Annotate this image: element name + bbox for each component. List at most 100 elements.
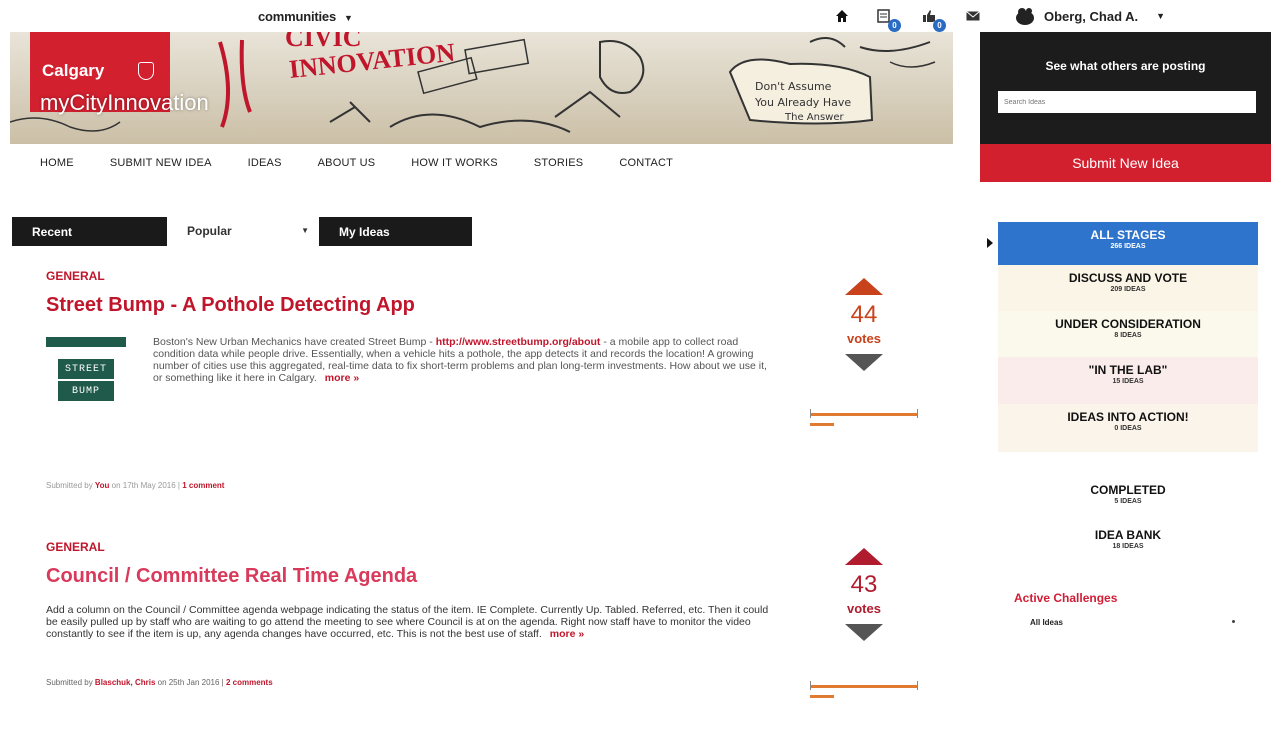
vote-down-button[interactable] [845,624,883,641]
vote-count: 43 [850,571,878,598]
crest-icon [138,62,154,80]
stage-name: ALL STAGES [1090,228,1166,242]
comments-link[interactable]: 1 comment [182,481,224,490]
votes-label: votes [847,601,881,616]
nav-contact[interactable]: CONTACT [619,157,673,169]
active-challenges-heading: Active Challenges [1014,591,1118,605]
idea-title[interactable]: Street Bump - A Pothole Detecting App [46,294,415,317]
stage-count: 18 IDEAS [1112,543,1144,550]
stage-count: 209 IDEAS [1110,286,1146,293]
notes-icon[interactable]: 0 [873,6,901,32]
stage-name: COMPLETED [1090,483,1166,497]
communities-label: communities [258,9,336,24]
stage-name: DISCUSS AND VOTE [1068,271,1188,285]
stage-discuss-and-vote[interactable]: DISCUSS AND VOTE 209 IDEAS [998,265,1258,311]
stage-ideas-into-action[interactable]: IDEAS INTO ACTION! 0 IDEAS [998,404,1258,452]
nav-stories[interactable]: STORIES [534,157,584,169]
search-input[interactable] [998,91,1256,113]
svg-text:Don't Assume: Don't Assume [755,80,832,93]
chevron-down-icon: ▼ [343,13,353,23]
site-name[interactable]: myCityInnovation [40,90,209,116]
idea-title[interactable]: Council / Committee Real Time Agenda [46,565,417,588]
stage-name: "IN THE LAB" [1088,363,1168,377]
submitted-prefix: Submitted by [46,678,95,687]
submitted-prefix: Submitted by [46,481,95,490]
idea-body-text: Boston's New Urban Mechanics have create… [153,336,436,348]
user-menu[interactable]: Oberg, Chad A. ▼ [1014,6,1165,26]
idea-body-link[interactable]: http://www.streetbump.org/about [436,336,601,348]
progress-line [810,413,918,416]
thumbs-badge: 0 [933,19,946,32]
hero-banner: CIVIC INNOVATION Don't Assume You Alread… [10,32,953,144]
communities-dropdown[interactable]: communities ▼ [258,9,353,24]
nav-ideas[interactable]: IDEAS [248,157,282,169]
vote-count: 44 [850,301,878,328]
stage-name: IDEAS INTO ACTION! [1067,410,1189,424]
stage-count: 0 IDEAS [1114,425,1142,432]
progress-tick [810,681,811,690]
progress-tick [810,409,811,418]
chevron-down-icon: ▼ [1156,11,1166,21]
nav-home[interactable]: HOME [40,157,74,169]
top-bar: communities ▼ 0 0 Oberg, Chad A. ▼ [0,0,1271,32]
submit-new-idea-button[interactable]: Submit New Idea [980,144,1271,182]
vote-up-button[interactable] [845,278,883,295]
nav-submit-new-idea[interactable]: SUBMIT NEW IDEA [110,157,212,169]
stage-filter-list: ALL STAGES 266 IDEAS DISCUSS AND VOTE 20… [998,222,1258,452]
progress-tick [917,409,918,418]
idea-body-text: Add a column on the Council / Committee … [46,604,769,640]
stage-count: 266 IDEAS [1110,243,1146,250]
avatar [1016,8,1034,25]
author-link[interactable]: You [95,481,110,490]
progress-stub [810,423,834,426]
stage-all-stages[interactable]: ALL STAGES 266 IDEAS [998,222,1258,265]
stage-name: IDEA BANK [1094,528,1162,542]
nav-how-it-works[interactable]: HOW IT WORKS [411,157,498,169]
sort-recent-tab[interactable]: Recent [12,217,167,246]
sort-my-ideas-tab[interactable]: My Ideas [319,217,472,246]
progress-tick [917,681,918,690]
stage-count: 15 IDEAS [1112,378,1144,385]
main-nav: HOME SUBMIT NEW IDEA IDEAS ABOUT US HOW … [40,157,673,169]
more-link[interactable]: more » [550,628,584,640]
vote-widget: 44 votes [834,278,894,371]
sort-popular-label: Popular [187,224,232,238]
nav-about-us[interactable]: ABOUT US [318,157,376,169]
idea-category[interactable]: GENERAL [46,540,105,554]
comments-link[interactable]: 2 comments [226,678,273,687]
vote-down-button[interactable] [845,354,883,371]
progress-stub [810,695,834,698]
progress-line [810,685,918,688]
sort-popular-dropdown[interactable]: Popular ▼ [175,217,315,246]
thumbs-icon[interactable]: 0 [918,6,946,32]
stage-count: 8 IDEAS [1114,332,1142,339]
more-link[interactable]: more » [325,372,359,384]
stage-name: UNDER CONSIDERATION [1055,317,1201,331]
notes-badge: 0 [888,19,901,32]
see-what-heading: See what others are posting [1045,59,1206,73]
mail-icon[interactable] [962,6,984,26]
home-icon[interactable] [831,6,853,26]
challenge-all-ideas[interactable]: All Ideas [1030,618,1063,627]
idea-meta: Submitted by Blaschuk, Chris on 25th Jan… [46,678,273,687]
stage-completed[interactable]: COMPLETED 5 IDEAS [998,483,1258,505]
idea-thumbnail[interactable]: STREET BUMP [46,337,126,437]
stage-progress [810,675,918,705]
idea-category[interactable]: GENERAL [46,269,105,283]
date-text: on 17th May 2016 | [109,481,183,490]
stage-in-the-lab[interactable]: "IN THE LAB" 15 IDEAS [998,357,1258,404]
sidebar-search-panel: See what others are posting Submit New I… [980,32,1271,182]
vote-up-button[interactable] [845,548,883,565]
svg-text:You Already Have: You Already Have [754,96,851,109]
stage-progress [810,403,918,433]
svg-text:The Answer: The Answer [784,112,844,123]
idea-meta: Submitted by You on 17th May 2016 | 1 co… [46,481,224,490]
author-link[interactable]: Blaschuk, Chris [95,678,155,687]
thumbnail-text: STREET [58,359,114,379]
stage-idea-bank[interactable]: IDEA BANK 18 IDEAS [998,528,1258,550]
idea-body: Boston's New Urban Mechanics have create… [153,336,773,384]
votes-label: votes [847,331,881,346]
stage-under-consideration[interactable]: UNDER CONSIDERATION 8 IDEAS [998,311,1258,357]
chevron-down-icon: ▼ [301,226,309,235]
date-text: on 25th Jan 2016 | [155,678,226,687]
